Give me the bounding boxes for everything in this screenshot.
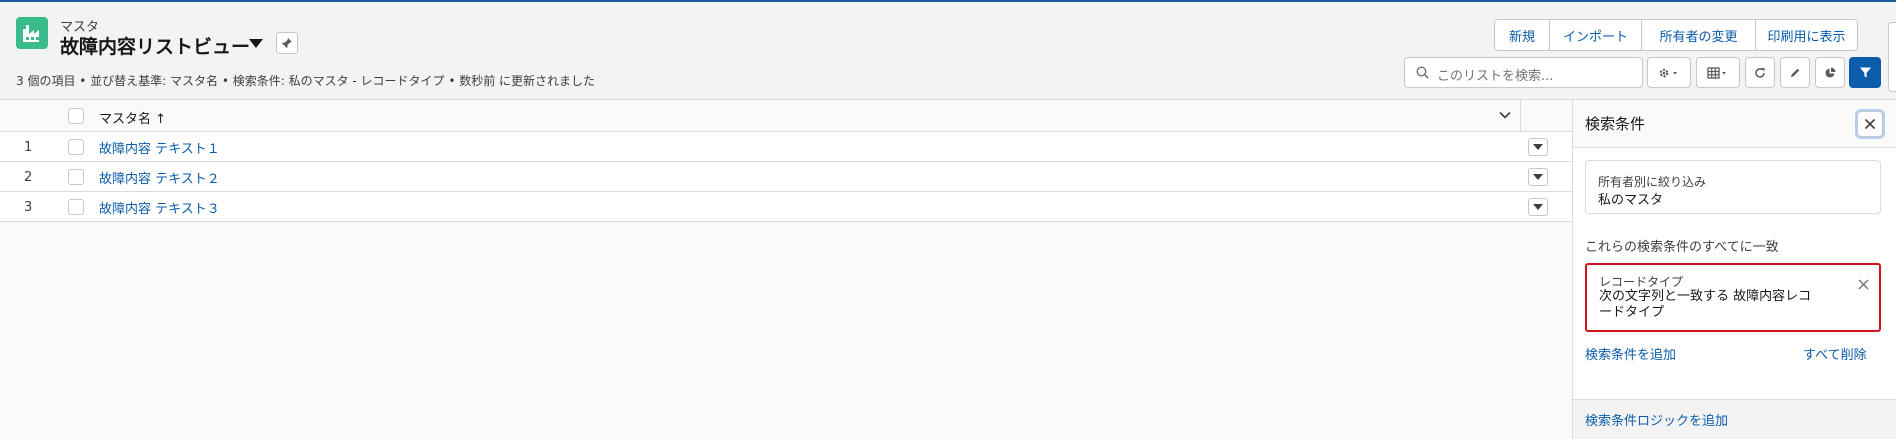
caret-down-icon [1533,204,1543,210]
row-action-button[interactable] [1528,168,1548,186]
list-meta-info: 3 個の項目 • 並び替え基準: マスタ名 • 検索条件: 私のマスタ - レコ… [16,74,596,88]
record-link[interactable]: 故障内容 テキスト３ [99,198,220,217]
column-divider [1520,100,1521,132]
change-owner-button[interactable]: 所有者の変更 [1641,19,1756,51]
filter-panel-header: 検索条件 [1573,100,1896,148]
close-filter-panel-button[interactable] [1857,111,1883,137]
table-row: 2 故障内容 テキスト２ [0,162,1572,192]
search-placeholder: このリストを検索... [1437,69,1554,84]
owner-filter-card[interactable]: 所有者別に絞り込み 私のマスタ [1585,160,1881,214]
charts-button[interactable] [1815,57,1845,88]
filter-panel-body: 所有者別に絞り込み 私のマスタ これらの検索条件のすべてに一致 レコードタイプ … [1573,148,1896,399]
record-type-filter-card[interactable]: レコードタイプ 次の文字列と一致する 故障内容レコードタイプ [1585,263,1881,332]
row-checkbox[interactable] [68,199,84,215]
row-checkbox[interactable] [68,169,84,185]
add-filter-link[interactable]: 検索条件を追加 [1585,344,1676,363]
table-row: 1 故障内容 テキスト１ [0,132,1572,162]
gear-icon [1659,68,1677,77]
inline-edit-button[interactable] [1780,57,1810,88]
pin-icon [282,38,292,48]
chevron-down-icon[interactable] [1499,111,1511,119]
action-button-group: 新規 インポート 所有者の変更 印刷用に表示 [1494,19,1858,51]
refresh-icon [1755,67,1765,78]
display-as-button[interactable] [1696,57,1740,88]
remove-filter-icon[interactable] [1858,279,1869,290]
pin-list-button[interactable] [276,32,298,54]
row-checkbox[interactable] [68,139,84,155]
column-header-master-name[interactable]: マスタ名 ↑ [99,108,166,127]
search-icon [1416,66,1429,79]
row-action-button[interactable] [1528,138,1548,156]
refresh-button[interactable] [1745,57,1775,88]
record-link[interactable]: 故障内容 テキスト１ [99,138,220,157]
list-settings-button[interactable] [1647,57,1691,88]
record-type-filter-label: レコードタイプ [1599,275,1684,289]
owner-filter-label: 所有者別に絞り込み [1598,175,1707,189]
remove-all-link[interactable]: すべて削除 [1803,344,1867,363]
caret-down-icon [1533,174,1543,180]
row-action-button[interactable] [1528,198,1548,216]
factory-icon [16,17,48,49]
printable-view-button[interactable]: 印刷用に表示 [1755,19,1858,51]
pencil-icon [1791,68,1800,77]
row-number: 2 [24,170,33,185]
row-number: 1 [24,140,33,155]
record-type-filter-value: 次の文字列と一致する 故障内容レコードタイプ [1599,289,1812,320]
add-filter-logic-link[interactable]: 検索条件ロジックを追加 [1585,410,1728,429]
table-icon [1707,66,1726,79]
import-button[interactable]: インポート [1549,19,1642,51]
new-button[interactable]: 新規 [1494,19,1550,51]
row-number: 3 [24,200,33,215]
owner-filter-value: 私のマスタ [1598,193,1664,208]
table-row: 3 故障内容 テキスト３ [0,192,1572,222]
caret-down-icon [1533,144,1543,150]
list-view-title[interactable]: 故障内容リストビュー [60,32,250,59]
filter-match-text: これらの検索条件のすべてに一致 [1585,240,1779,255]
record-link[interactable]: 故障内容 テキスト２ [99,168,220,187]
filter-panel-footer: 検索条件ロジックを追加 [1573,399,1896,439]
filter-panel: 検索条件 所有者別に絞り込み 私のマスタ これらの検索条件のすべてに一致 レコー… [1572,100,1896,439]
filter-button[interactable] [1849,57,1881,88]
filter-panel-title: 検索条件 [1585,115,1646,133]
pie-chart-icon [1825,67,1836,77]
table-header: マスタ名 ↑ [0,100,1572,132]
list-search-input[interactable]: このリストを検索... [1404,57,1643,88]
edge-tab [1888,22,1896,92]
select-all-checkbox[interactable] [68,108,84,124]
close-icon [1864,118,1876,130]
list-view-header: マスタ 故障内容リストビュー 3 個の項目 • 並び替え基準: マスタ名 • 検… [0,2,1896,100]
filter-icon [1859,67,1871,78]
list-view-switch-icon[interactable] [249,39,263,48]
